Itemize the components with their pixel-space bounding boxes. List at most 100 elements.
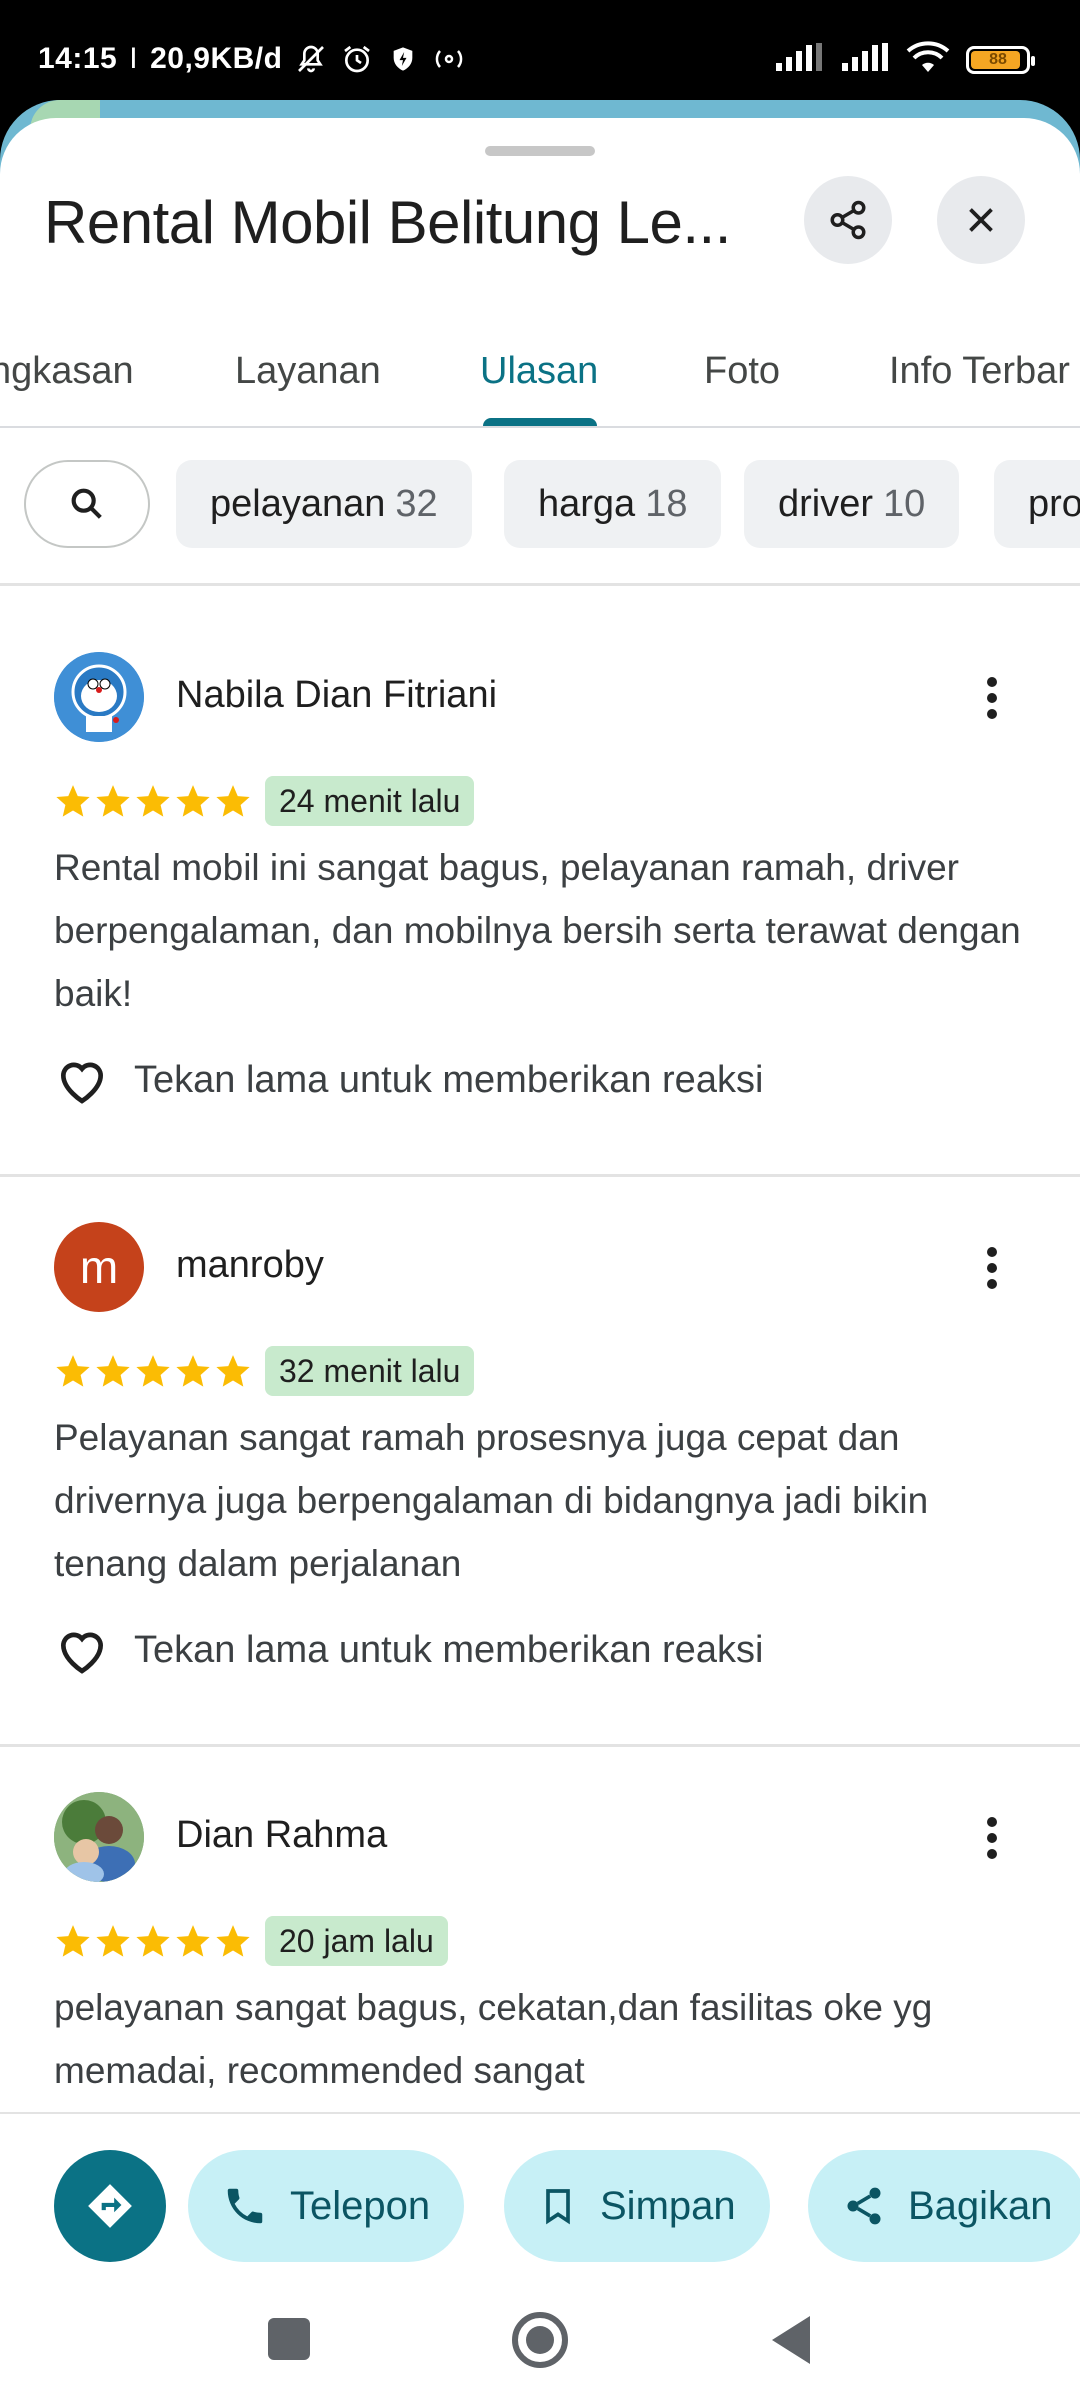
reviewer-name[interactable]: Dian Rahma <box>176 1814 387 1857</box>
star-icon <box>56 1355 90 1387</box>
star-icon <box>176 1925 210 1957</box>
place-title: Rental Mobil Belitung Le... <box>44 189 731 256</box>
tab-layanan[interactable]: Layanan <box>235 350 381 393</box>
status-bar: 14:15 I 20,9KB/d 88 <box>0 0 1080 104</box>
chip-label: harga <box>538 482 636 525</box>
place-sheet: Rental Mobil Belitung Le... ngkasan Laya… <box>0 118 1080 2400</box>
status-time: 14:15 <box>38 42 118 75</box>
chip-pro[interactable]: pro <box>994 460 1080 548</box>
chip-harga[interactable]: harga 18 <box>504 460 722 548</box>
more-vert-icon <box>987 1247 997 1289</box>
divider <box>0 583 1080 586</box>
star-icon <box>136 1355 170 1387</box>
divider <box>0 1744 1080 1747</box>
tab-info-terbaru[interactable]: Info Terbar <box>889 350 1070 393</box>
reaction-label: Tekan lama untuk memberikan reaksi <box>134 1058 764 1101</box>
star-icon <box>176 1355 210 1387</box>
search-reviews-button[interactable] <box>24 460 150 548</box>
drag-handle[interactable] <box>485 146 595 156</box>
review-time-badge: 20 jam lalu <box>265 1916 448 1966</box>
reaction-button[interactable]: Tekan lama untuk memberikan reaksi <box>54 1054 763 1106</box>
network-speed: 20,9KB/d <box>150 42 283 75</box>
star-icon <box>216 785 250 817</box>
share-icon <box>830 200 866 240</box>
star-icon <box>176 785 210 817</box>
signal-icon <box>840 41 890 78</box>
share-button[interactable] <box>804 176 892 264</box>
chip-count: 18 <box>645 482 688 525</box>
search-icon <box>71 488 102 519</box>
recents-button[interactable] <box>268 2318 310 2360</box>
chip-label: driver <box>778 482 874 525</box>
phone-icon <box>227 2188 263 2224</box>
status-separator: I <box>129 42 139 75</box>
call-button[interactable]: Telepon <box>188 2150 465 2262</box>
chip-pelayanan[interactable]: pelayanan 32 <box>176 460 472 548</box>
battery-level: 88 <box>989 50 1007 68</box>
directions-button[interactable] <box>54 2150 166 2262</box>
bell-off-icon <box>294 42 328 76</box>
star-icon <box>96 1925 130 1957</box>
avatar[interactable] <box>54 1792 144 1882</box>
save-label: Simpan <box>600 2183 736 2228</box>
star-icon <box>56 785 90 817</box>
action-bar: Telepon Simpan Bagikan <box>0 2112 1080 2282</box>
tab-foto[interactable]: Foto <box>704 350 780 393</box>
more-options-button[interactable] <box>960 666 1024 730</box>
tab-bar: ngkasan Layanan Ulasan Foto Info Terbar <box>0 318 1080 428</box>
home-button[interactable] <box>512 2312 568 2368</box>
star-icon <box>96 785 130 817</box>
close-icon <box>969 208 993 232</box>
wifi-icon <box>906 40 950 79</box>
heart-icon <box>60 1062 104 1104</box>
reaction-button[interactable]: Tekan lama untuk memberikan reaksi <box>54 1624 763 1676</box>
signal-icon <box>774 41 824 78</box>
chip-count: 32 <box>395 482 438 525</box>
alarm-icon <box>340 42 374 76</box>
share-label: Bagikan <box>908 2183 1053 2228</box>
review-text: Rental mobil ini sangat bagus, pelayanan… <box>54 847 1021 1014</box>
reviewer-name[interactable]: manroby <box>176 1244 324 1287</box>
shield-icon <box>386 42 420 76</box>
tab-ringkasan[interactable]: ngkasan <box>0 350 134 393</box>
divider <box>0 1174 1080 1177</box>
star-icon <box>216 1355 250 1387</box>
star-icon <box>136 1925 170 1957</box>
more-vert-icon <box>987 1817 997 1859</box>
filter-chips: pelayanan 32 harga 18 driver 10 pro <box>0 460 1080 550</box>
bookmark-icon <box>546 2189 570 2225</box>
review-time-badge: 24 menit lalu <box>265 776 475 826</box>
back-button[interactable] <box>772 2316 810 2364</box>
heart-icon <box>60 1632 104 1674</box>
chip-label: pelayanan <box>210 482 386 525</box>
share-action-button[interactable]: Bagikan <box>808 2150 1080 2262</box>
share-icon <box>847 2187 881 2225</box>
star-icon <box>56 1925 90 1957</box>
system-nav-bar <box>0 2282 1080 2400</box>
review-text: Pelayanan sangat ramah prosesnya juga ce… <box>54 1417 929 1584</box>
star-icon <box>136 785 170 817</box>
star-rating <box>54 1922 252 1960</box>
close-button[interactable] <box>937 176 1025 264</box>
directions-icon <box>88 2184 132 2228</box>
chip-driver[interactable]: driver 10 <box>744 460 960 548</box>
battery-icon: 88 <box>966 45 1035 74</box>
reaction-label: Tekan lama untuk memberikan reaksi <box>134 1628 764 1671</box>
chip-count: 10 <box>883 482 926 525</box>
nfc-icon <box>432 42 466 76</box>
more-vert-icon <box>987 677 997 719</box>
active-tab-indicator <box>483 418 597 426</box>
review-text: pelayanan sangat bagus, cekatan,dan fasi… <box>54 1987 933 2091</box>
photo-avatar <box>54 1792 144 1882</box>
star-rating <box>54 1352 252 1390</box>
more-options-button[interactable] <box>960 1806 1024 1870</box>
save-button[interactable]: Simpan <box>504 2150 770 2262</box>
avatar[interactable] <box>54 652 144 742</box>
tab-ulasan[interactable]: Ulasan <box>480 350 598 393</box>
doraemon-avatar <box>54 652 144 742</box>
more-options-button[interactable] <box>960 1236 1024 1300</box>
avatar[interactable]: m <box>54 1222 144 1312</box>
review-time-badge: 32 menit lalu <box>265 1346 475 1396</box>
reviewer-name[interactable]: Nabila Dian Fitriani <box>176 674 497 717</box>
chip-label: pro <box>1028 482 1080 525</box>
